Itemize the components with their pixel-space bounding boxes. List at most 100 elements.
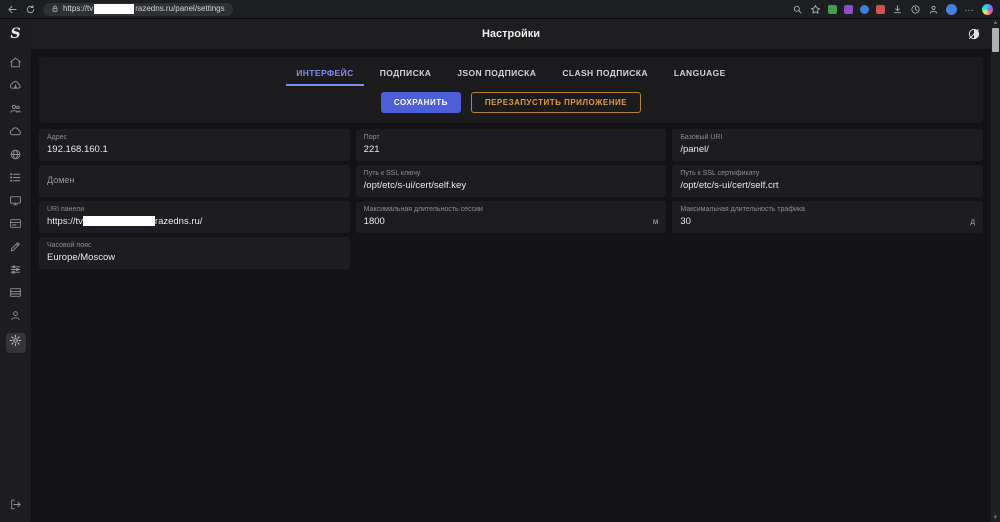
field-value: 30 bbox=[680, 216, 975, 228]
theme-toggle-icon[interactable] bbox=[967, 27, 981, 41]
browser-actions: … bbox=[792, 4, 993, 15]
copilot-icon[interactable] bbox=[982, 4, 993, 15]
refresh-icon[interactable] bbox=[25, 4, 36, 15]
field-label: URI панели bbox=[47, 205, 342, 214]
lock-icon bbox=[51, 5, 59, 13]
search-icon[interactable] bbox=[792, 4, 803, 15]
url-redaction-box bbox=[94, 4, 134, 14]
profile-icon[interactable] bbox=[928, 4, 939, 15]
field-label: Базовый URI bbox=[680, 133, 975, 142]
field-value: https://tvrazedns.ru/ bbox=[47, 216, 342, 228]
field-session-max-duration[interactable]: Максимальная длительность сессии 1800 м bbox=[356, 201, 667, 233]
extension-icon[interactable] bbox=[844, 5, 853, 14]
sidebar-item-home[interactable] bbox=[6, 57, 26, 72]
field-value: Europe/Moscow bbox=[47, 252, 342, 264]
sidebar-item-network[interactable] bbox=[6, 149, 26, 164]
settings-panel: ИНТЕРФЕЙС ПОДПИСКА JSON ПОДПИСКА CLASH П… bbox=[39, 57, 983, 123]
save-button[interactable]: СОХРАНИТЬ bbox=[381, 92, 461, 113]
tab-clash-subscription[interactable]: CLASH ПОДПИСКА bbox=[552, 60, 658, 86]
sidebar-item-clients[interactable] bbox=[6, 103, 26, 118]
field-label: Домен bbox=[47, 176, 74, 185]
field-traffic-max-duration[interactable]: Максимальная длительность трафика 30 д bbox=[672, 201, 983, 233]
app-header: Настройки bbox=[31, 19, 991, 49]
field-value: 192.168.160.1 bbox=[47, 144, 342, 156]
field-ssl-key-path[interactable]: Путь к SSL ключу /opt/etc/s-ui/cert/self… bbox=[356, 165, 667, 197]
address-bar[interactable]: https://tvrazedns.ru/panel/settings bbox=[43, 3, 233, 16]
scroll-down-icon[interactable]: ▼ bbox=[993, 514, 999, 522]
gear-icon bbox=[9, 334, 22, 352]
field-value: /opt/etc/s-ui/cert/self.key bbox=[364, 180, 659, 192]
sidebar-item-services[interactable] bbox=[6, 218, 26, 233]
extension-icon[interactable] bbox=[828, 5, 837, 14]
field-port[interactable]: Порт 221 bbox=[356, 129, 667, 161]
favorite-star-icon[interactable] bbox=[810, 4, 821, 15]
sidebar-item-settings[interactable] bbox=[6, 333, 26, 353]
tab-json-subscription[interactable]: JSON ПОДПИСКА bbox=[447, 60, 546, 86]
field-value: 1800 bbox=[364, 216, 659, 228]
scroll-up-icon[interactable]: ▲ bbox=[993, 19, 999, 27]
more-menu-icon[interactable]: … bbox=[964, 4, 975, 14]
tab-interface[interactable]: ИНТЕРФЕЙС bbox=[286, 60, 363, 86]
field-ssl-cert-path[interactable]: Путь к SSL сертификату /opt/etc/s-ui/cer… bbox=[672, 165, 983, 197]
download-icon[interactable] bbox=[892, 4, 903, 15]
sidebar-item-filters[interactable] bbox=[6, 264, 26, 279]
globe-icon bbox=[9, 148, 22, 166]
field-label: Максимальная длительность сессии bbox=[364, 205, 659, 214]
field-label: Порт bbox=[364, 133, 659, 142]
restart-app-button[interactable]: ПЕРЕЗАПУСТИТЬ ПРИЛОЖЕНИЕ bbox=[471, 92, 641, 113]
field-label: Путь к SSL сертификату bbox=[680, 169, 975, 178]
sidebar-item-traffic[interactable] bbox=[6, 80, 26, 95]
page-title: Настройки bbox=[31, 19, 991, 49]
field-timezone[interactable]: Часовой пояс Europe/Moscow bbox=[39, 237, 350, 269]
server-icon bbox=[9, 217, 22, 235]
value-redaction-box bbox=[83, 216, 155, 226]
field-unit-suffix: д bbox=[970, 217, 975, 226]
field-address[interactable]: Адрес 192.168.160.1 bbox=[39, 129, 350, 161]
tab-subscription[interactable]: ПОДПИСКА bbox=[370, 60, 442, 86]
sidebar-item-tables[interactable] bbox=[6, 287, 26, 302]
logout-button[interactable] bbox=[6, 499, 26, 514]
user-icon bbox=[9, 309, 22, 327]
extension-icon[interactable] bbox=[876, 5, 885, 14]
field-value: /panel/ bbox=[680, 144, 975, 156]
browser-toolbar: https://tvrazedns.ru/panel/settings … bbox=[0, 0, 1000, 19]
list-icon bbox=[9, 171, 22, 189]
scrollbar-thumb[interactable] bbox=[992, 28, 999, 52]
account-avatar[interactable] bbox=[946, 4, 957, 15]
settings-tabs: ИНТЕРФЕЙС ПОДПИСКА JSON ПОДПИСКА CLASH П… bbox=[39, 60, 983, 86]
field-panel-uri[interactable]: URI панели https://tvrazedns.ru/ bbox=[39, 201, 350, 233]
field-label: Адрес bbox=[47, 133, 342, 142]
field-label: Максимальная длительность трафика bbox=[680, 205, 975, 214]
edit-icon bbox=[9, 240, 22, 258]
sidebar: S bbox=[0, 19, 31, 522]
field-value: 221 bbox=[364, 144, 659, 156]
monitor-icon bbox=[9, 194, 22, 212]
home-icon bbox=[9, 56, 22, 74]
sidebar-item-admins[interactable] bbox=[6, 310, 26, 325]
field-unit-suffix: м bbox=[653, 217, 659, 226]
field-domain[interactable]: Домен bbox=[39, 165, 350, 197]
sidebar-item-endpoints[interactable] bbox=[6, 126, 26, 141]
url-text: https://tvrazedns.ru/panel/settings bbox=[63, 4, 225, 14]
cloud-icon bbox=[9, 125, 22, 143]
table-icon bbox=[9, 286, 22, 304]
settings-fields: Адрес 192.168.160.1 Порт 221 Базовый URI… bbox=[39, 129, 983, 269]
cloud-download-icon bbox=[9, 79, 22, 97]
users-icon bbox=[9, 102, 22, 120]
field-label: Путь к SSL ключу bbox=[364, 169, 659, 178]
history-icon[interactable] bbox=[910, 4, 921, 15]
app-logo: S bbox=[10, 26, 20, 42]
extension-icon[interactable] bbox=[860, 5, 869, 14]
sidebar-item-outbounds[interactable] bbox=[6, 195, 26, 210]
sliders-icon bbox=[9, 263, 22, 281]
tab-language[interactable]: LANGUAGE bbox=[664, 60, 736, 86]
settings-actions: СОХРАНИТЬ ПЕРЕЗАПУСТИТЬ ПРИЛОЖЕНИЕ bbox=[39, 92, 983, 113]
back-icon[interactable] bbox=[7, 4, 18, 15]
field-value: /opt/etc/s-ui/cert/self.crt bbox=[680, 180, 975, 192]
page-scrollbar[interactable]: ▲ ▼ bbox=[991, 19, 1000, 522]
field-label: Часовой пояс bbox=[47, 241, 342, 250]
field-base-uri[interactable]: Базовый URI /panel/ bbox=[672, 129, 983, 161]
sidebar-item-inbounds[interactable] bbox=[6, 172, 26, 187]
sidebar-item-rules[interactable] bbox=[6, 241, 26, 256]
settings-content: ИНТЕРФЕЙС ПОДПИСКА JSON ПОДПИСКА CLASH П… bbox=[31, 49, 991, 269]
